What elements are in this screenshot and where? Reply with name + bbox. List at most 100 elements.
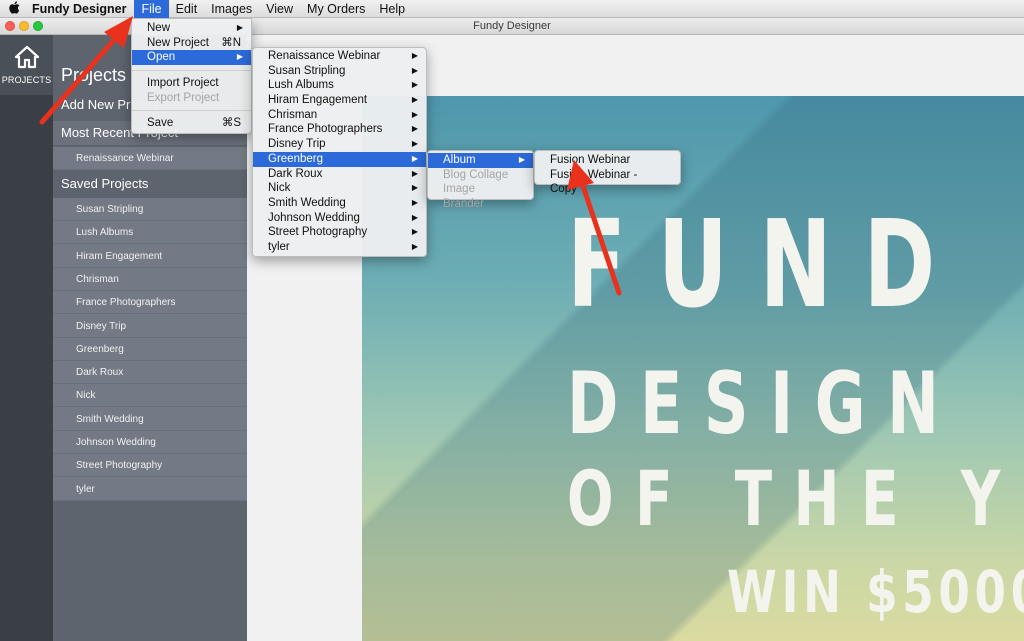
open-project-item[interactable]: Hiram Engagement ▶ (253, 93, 426, 108)
open-project-item[interactable]: Renaissance Webinar ▶ (253, 49, 426, 64)
preview-line-3: OF THE YE (567, 454, 1024, 543)
file-export-project-item: Export Project (132, 91, 251, 106)
open-project-label: Renaissance Webinar (268, 50, 381, 62)
minimize-window-button[interactable] (19, 21, 29, 31)
import-project-label: Import Project (147, 77, 219, 90)
greenberg-submenu: Album ▶ Blog Collage Image Brander (427, 150, 534, 210)
file-import-project-item[interactable]: Import Project (132, 76, 251, 91)
file-menu: New ▶ New Project ⌘N Open ▶ Import Project … (131, 18, 252, 135)
open-project-item[interactable]: tyler ▶ (253, 240, 426, 255)
recent-project-item[interactable]: Renaissance Webinar (53, 147, 247, 170)
open-project-label: Disney Trip (268, 138, 326, 151)
submenu-arrow-icon: ▶ (411, 65, 418, 75)
file-new-project-item[interactable]: New Project ⌘N (132, 36, 251, 51)
submenu-arrow-icon: ▶ (411, 212, 418, 222)
open-project-label: Nick (268, 182, 291, 195)
preview-line-2: DESIGN (567, 354, 961, 454)
menu-file[interactable]: File (134, 0, 169, 18)
saved-project-item[interactable]: Susan Stripling (53, 198, 247, 221)
file-open-item[interactable]: Open ▶ (132, 50, 251, 66)
submenu-arrow-icon: ▶ (411, 109, 418, 119)
submenu-arrow-icon: ▶ (411, 197, 418, 207)
window-title: Fundy Designer (473, 20, 551, 32)
save-label: Save (147, 117, 174, 130)
close-window-button[interactable] (5, 21, 15, 31)
album-fusion-webinar-copy-item[interactable]: Fusion Webinar - Copy (535, 168, 680, 196)
export-project-label: Export Project (147, 91, 220, 104)
open-project-item[interactable]: Susan Stripling ▶ (253, 64, 426, 79)
saved-project-item[interactable]: Chrisman (53, 267, 247, 291)
image-brander-label: Image Brander (443, 183, 484, 211)
open-project-item[interactable]: France Photographers ▶ (253, 122, 426, 137)
open-project-item[interactable]: Disney Trip ▶ (253, 137, 426, 152)
saved-project-item[interactable]: Nick (53, 384, 247, 408)
saved-project-item[interactable]: Street Photography (53, 454, 247, 478)
app-menu[interactable]: Fundy Designer (28, 0, 134, 18)
apple-icon[interactable] (0, 0, 28, 17)
home-icon (14, 45, 39, 69)
open-project-label: Hiram Engagement (268, 94, 368, 107)
menu-separator (132, 110, 251, 112)
save-shortcut: ⌘S (221, 117, 241, 130)
menu-view[interactable]: View (259, 0, 300, 18)
open-project-label: Smith Wedding (268, 196, 346, 209)
saved-project-item[interactable]: Hiram Engagement (53, 244, 247, 268)
saved-project-item[interactable]: Lush Albums (53, 221, 247, 245)
new-project-label: New Project (147, 36, 209, 49)
projects-rail-button[interactable]: PROJECTS (0, 35, 53, 95)
open-project-item[interactable]: Nick ▶ (253, 181, 426, 196)
projects-rail-label: PROJECTS (1, 75, 52, 85)
saved-project-item[interactable]: Greenberg (53, 337, 247, 361)
album-submenu: Fusion Webinar Fusion Webinar - Copy (534, 150, 681, 196)
open-project-item[interactable]: Street Photography ▶ (253, 225, 426, 240)
album-label: Album (443, 154, 476, 166)
submenu-arrow-icon: ▶ (411, 227, 418, 237)
saved-project-item[interactable]: France Photographers (53, 291, 247, 315)
open-project-item[interactable]: Johnson Wedding ▶ (253, 211, 426, 226)
submenu-arrow-icon: ▶ (411, 124, 418, 134)
preview-line-4: WIN $5000 (727, 558, 1024, 626)
menu-my-orders[interactable]: My Orders (300, 0, 372, 18)
saved-projects-header: Saved Projects (53, 172, 247, 196)
album-fusion-webinar-item[interactable]: Fusion Webinar (535, 153, 680, 168)
submenu-arrow-icon: ▶ (411, 168, 418, 178)
open-project-item[interactable]: Smith Wedding ▶ (253, 196, 426, 211)
submenu-arrow-icon: ▶ (411, 139, 418, 149)
open-project-label: Street Photography (268, 226, 368, 239)
saved-project-item[interactable]: Johnson Wedding (53, 431, 247, 454)
submenu-arrow-icon: ▶ (411, 153, 418, 163)
submenu-arrow-icon: ▶ (411, 95, 418, 105)
image-brander-item: Image Brander (428, 182, 533, 210)
submenu-arrow-icon: ▶ (236, 52, 243, 62)
open-project-item[interactable]: Dark Roux ▶ (253, 167, 426, 182)
icon-rail: PROJECTS (0, 35, 53, 641)
saved-project-item[interactable]: tyler (53, 477, 247, 501)
open-project-item-greenberg[interactable]: Greenberg ▶ (253, 151, 426, 167)
submenu-arrow-icon: ▶ (236, 23, 243, 32)
open-project-label: Chrisman (268, 108, 318, 121)
menu-edit[interactable]: Edit (169, 0, 205, 18)
album-item-label: Fusion Webinar (550, 154, 631, 166)
submenu-arrow-icon: ▶ (411, 241, 418, 251)
saved-project-item[interactable]: Dark Roux (53, 361, 247, 385)
submenu-arrow-icon: ▶ (411, 51, 418, 60)
open-project-label: Lush Albums (268, 79, 334, 92)
open-project-label: Greenberg (268, 152, 323, 165)
saved-project-item[interactable]: Smith Wedding (53, 407, 247, 431)
menu-bar: Fundy Designer File Edit Images View My … (0, 0, 1024, 18)
zoom-window-button[interactable] (33, 21, 43, 31)
blog-collage-label: Blog Collage (443, 168, 509, 181)
new-project-shortcut: ⌘N (221, 36, 241, 49)
open-project-label: Johnson Wedding (268, 211, 360, 224)
album-item[interactable]: Album ▶ (428, 153, 533, 168)
menu-help[interactable]: Help (372, 0, 412, 18)
open-project-item[interactable]: Chrisman ▶ (253, 108, 426, 123)
file-save-item[interactable]: Save ⌘S (132, 116, 251, 131)
saved-project-item[interactable]: Disney Trip (53, 314, 247, 338)
open-submenu: Renaissance Webinar ▶ Susan Stripling ▶ Lu… (252, 47, 427, 257)
file-new-item[interactable]: New ▶ (132, 21, 251, 36)
preview-line-1: FUND (567, 196, 967, 335)
menu-images[interactable]: Images (204, 0, 259, 18)
open-project-item[interactable]: Lush Albums ▶ (253, 78, 426, 93)
submenu-arrow-icon: ▶ (518, 155, 525, 164)
